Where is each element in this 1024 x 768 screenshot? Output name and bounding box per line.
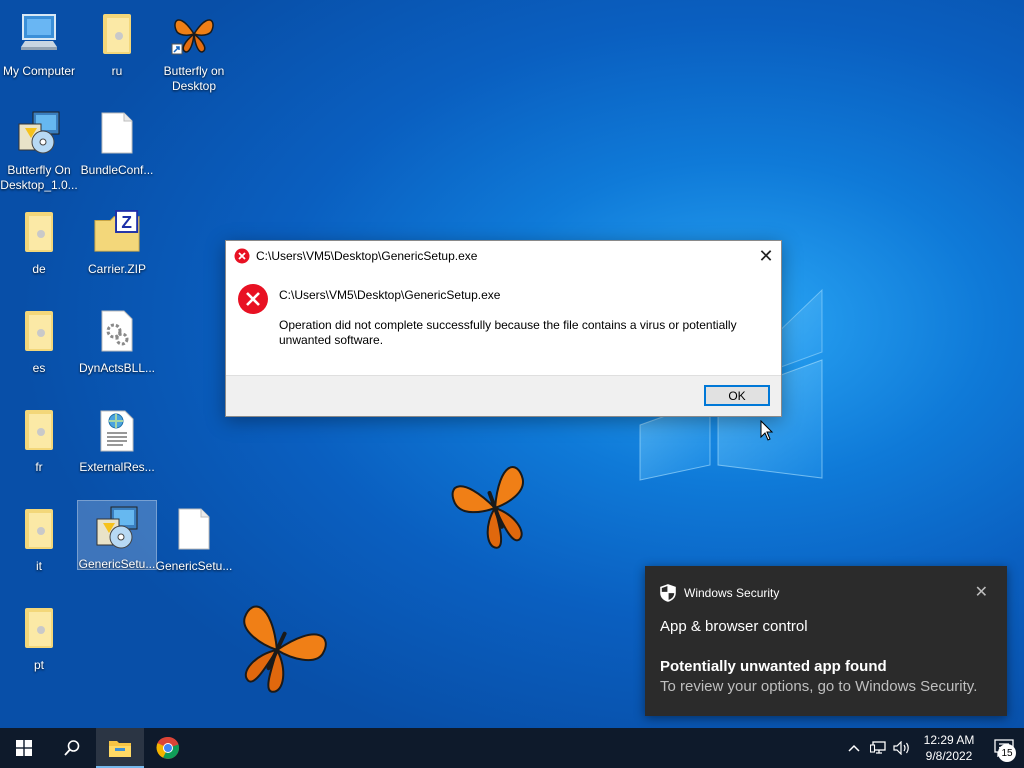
desktop-icon-bundleconf[interactable]: BundleConf... [78, 105, 156, 195]
start-button[interactable] [0, 728, 48, 768]
error-icon [238, 284, 268, 314]
desktop-icon-dynacts-dll[interactable]: DynActsBLL... [78, 303, 156, 393]
toast-title: App & browser control [660, 618, 808, 635]
desktop-icon-my-computer[interactable]: My Computer [0, 6, 78, 96]
desktop-icon-butterfly-installer[interactable]: Butterfly On Desktop_1.0... [0, 105, 78, 195]
close-icon: ✕ [758, 245, 774, 266]
system-tray: 12:29 AM 9/8/2022 15 [842, 728, 1024, 768]
folder-icon [15, 406, 63, 454]
folder-icon [15, 307, 63, 355]
folder-icon [15, 505, 63, 553]
search-button[interactable] [48, 728, 96, 768]
chrome-button[interactable] [144, 728, 192, 768]
ok-button[interactable]: OK [704, 385, 770, 406]
desktop-icon-fr[interactable]: fr [0, 402, 78, 492]
installer-icon [93, 505, 141, 551]
toast-close-button[interactable]: ✕ [975, 582, 988, 602]
desktop-icon-genericsetup-exe[interactable]: GenericSetu... [77, 500, 157, 571]
notification-count-badge: 15 [998, 744, 1016, 762]
zip-icon: Z [93, 208, 141, 256]
taskbar: 12:29 AM 9/8/2022 15 [0, 728, 1024, 768]
search-icon [64, 740, 80, 756]
desktop-icon-it[interactable]: it [0, 501, 78, 591]
mouse-cursor-icon [760, 420, 774, 441]
dialog-message: Operation did not complete successfully … [279, 318, 737, 347]
toast-app-name: Windows Security [684, 586, 780, 600]
butterfly-sprite [451, 466, 524, 549]
folder-icon [93, 10, 141, 58]
dialog-close-button[interactable]: ✕ [751, 241, 781, 271]
clock-time: 12:29 AM [923, 733, 975, 747]
desktop-icon-genericsetup-file[interactable]: GenericSetu... [155, 501, 233, 591]
dialog-file-path: C:\Users\VM5\Desktop\GenericSetup.exe [279, 288, 501, 302]
file-explorer-icon [109, 741, 131, 757]
speaker-icon [893, 741, 909, 755]
clock-date: 9/8/2022 [925, 749, 973, 763]
desktop-icon-pt[interactable]: pt [0, 600, 78, 690]
desktop-icon-ru[interactable]: ru [78, 6, 156, 96]
desktop-icon-butterfly-on-desktop[interactable]: Butterfly on Desktop [155, 6, 233, 96]
dialog-body: C:\Users\VM5\Desktop\GenericSetup.exe Op… [226, 271, 781, 376]
toast-header: Windows Security [660, 584, 779, 602]
show-hidden-icons-button[interactable] [842, 728, 866, 768]
dialog-footer: OK [226, 375, 781, 416]
shield-icon [660, 584, 676, 602]
volume-button[interactable] [890, 728, 914, 768]
error-icon [234, 248, 250, 264]
butterfly-sprite [243, 605, 327, 693]
file-icon [170, 505, 218, 553]
folder-icon [15, 208, 63, 256]
action-center-button[interactable]: 15 [984, 728, 1024, 768]
desktop-icon-carrier-zip[interactable]: Z Carrier.ZIP [78, 204, 156, 294]
desktop-icon-externalres[interactable]: ExternalRes... [78, 402, 156, 492]
toast-body: To review your options, go to Windows Se… [660, 678, 978, 695]
dll-icon [93, 307, 141, 355]
computer-icon [15, 10, 63, 58]
toast-headline: Potentially unwanted app found [660, 658, 887, 675]
windows-start-icon [16, 740, 32, 756]
network-button[interactable] [866, 728, 890, 768]
windows-security-toast[interactable]: Windows Security ✕ App & browser control… [645, 566, 1007, 716]
installer-icon [15, 109, 63, 157]
file-explorer-button[interactable] [96, 728, 144, 768]
chevron-up-icon [848, 744, 860, 752]
dialog-title: C:\Users\VM5\Desktop\GenericSetup.exe [256, 249, 478, 263]
folder-icon [15, 604, 63, 652]
chrome-icon [156, 736, 180, 759]
error-dialog: C:\Users\VM5\Desktop\GenericSetup.exe ✕ … [225, 240, 782, 417]
desktop-icon-de[interactable]: de [0, 204, 78, 294]
network-icon [870, 741, 886, 754]
dialog-titlebar[interactable]: C:\Users\VM5\Desktop\GenericSetup.exe ✕ [226, 241, 781, 271]
xml-icon [93, 406, 141, 454]
svg-text:Z: Z [121, 212, 132, 232]
taskbar-clock[interactable]: 12:29 AM 9/8/2022 [914, 732, 984, 764]
file-icon [93, 109, 141, 157]
desktop-icon-es[interactable]: es [0, 303, 78, 393]
butterfly-shortcut-icon [170, 10, 218, 58]
